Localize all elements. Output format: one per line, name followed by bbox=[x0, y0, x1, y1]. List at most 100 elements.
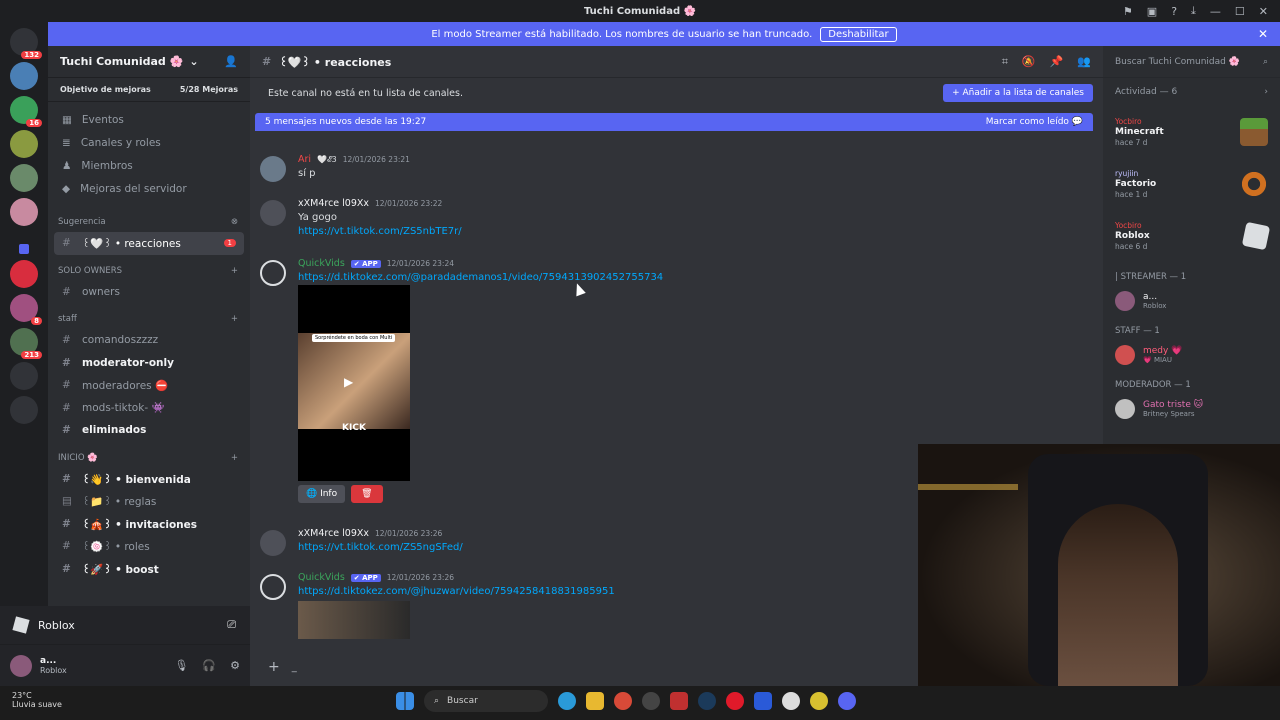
play-icon[interactable]: ▶ bbox=[344, 375, 353, 389]
folder-icon[interactable] bbox=[19, 244, 29, 254]
file-explorer-icon[interactable] bbox=[586, 692, 604, 710]
channel-invitaciones[interactable]: # ꒰🎪꒱ • invitaciones bbox=[48, 513, 250, 536]
minimize-icon[interactable]: — bbox=[1210, 5, 1221, 18]
author[interactable]: Ari bbox=[298, 154, 311, 165]
server-icon[interactable]: 213 bbox=[10, 328, 42, 359]
activity-card[interactable]: ryujiin Factorio hace 1 d bbox=[1103, 158, 1280, 210]
threads-icon[interactable]: ⌗ bbox=[1002, 55, 1008, 69]
app-icon[interactable] bbox=[642, 692, 660, 710]
author[interactable]: QuickVids bbox=[298, 258, 345, 269]
screen-share-icon[interactable]: ⎚ bbox=[227, 618, 236, 632]
server-icon[interactable] bbox=[10, 62, 38, 90]
add-server-icon[interactable] bbox=[10, 362, 38, 390]
channel-roles[interactable]: # ꒰🍥꒱ • roles bbox=[48, 535, 250, 558]
boost-progress[interactable]: Objetivo de mejoras 5/28 Mejoras bbox=[48, 78, 250, 102]
channel-reacciones[interactable]: # ꒰🤍꒱ • reacciones 1 bbox=[54, 232, 244, 255]
message-link[interactable]: https://d.tiktokez.com/@paradademanos1/v… bbox=[298, 272, 663, 283]
mute-icon[interactable]: 🔕 bbox=[1022, 55, 1036, 69]
headphones-icon[interactable]: 🎧 bbox=[202, 659, 216, 672]
activity-card[interactable]: Yocbiro Minecraft hace 7 d bbox=[1103, 106, 1280, 158]
category-solo-owners[interactable]: SOLO OWNERS + bbox=[48, 261, 250, 281]
close-window-icon[interactable]: ✕ bbox=[1259, 5, 1268, 18]
inbox-icon[interactable]: ⚑ bbox=[1123, 5, 1133, 18]
category-staff[interactable]: staff + bbox=[48, 309, 250, 329]
message-link[interactable]: https://vt.tiktok.com/ZS5ngSFed/ bbox=[298, 542, 463, 553]
author[interactable]: xXM4rce l09Xx bbox=[298, 198, 369, 209]
member-item[interactable]: medy 💗 💗 MIAU bbox=[1103, 340, 1280, 370]
windows-start-icon[interactable] bbox=[396, 692, 414, 710]
member-item[interactable]: Gato triste 🐱 Britney Spears bbox=[1103, 394, 1280, 424]
server-icon[interactable]: 16 bbox=[10, 96, 42, 127]
add-channel-icon[interactable]: + bbox=[231, 453, 238, 463]
nav-events[interactable]: ▦ Eventos bbox=[48, 108, 250, 131]
opera-icon[interactable] bbox=[726, 692, 744, 710]
add-channel-icon[interactable]: + bbox=[231, 266, 238, 276]
channel-moderator-only[interactable]: # moderator-only bbox=[48, 352, 250, 375]
weather-widget[interactable]: 23°C Lluvia suave bbox=[12, 691, 62, 709]
search-input[interactable]: Buscar Tuchi Comunidad 🌸 ⌕ bbox=[1103, 46, 1280, 78]
discover-icon[interactable] bbox=[10, 396, 38, 424]
video-embed[interactable]: Sorpréndete en boda con Multi ▶ KICK bbox=[298, 285, 410, 481]
avatar[interactable] bbox=[10, 654, 32, 677]
avatar[interactable] bbox=[260, 200, 286, 226]
video-thumbnail[interactable] bbox=[298, 601, 410, 639]
nav-members[interactable]: ♟ Miembros bbox=[48, 154, 250, 177]
channel-boost[interactable]: # ꒰🚀꒱ • boost bbox=[48, 558, 250, 581]
app-icon[interactable] bbox=[782, 692, 800, 710]
avatar[interactable] bbox=[260, 530, 286, 556]
channel-reglas[interactable]: ▤ ꒰📁꒱ • reglas bbox=[48, 490, 250, 513]
channel-bienvenida[interactable]: # ꒰👋꒱ • bienvenida bbox=[48, 468, 250, 491]
quickvids-avatar[interactable] bbox=[260, 574, 286, 600]
member-item[interactable]: a... Roblox bbox=[1103, 286, 1280, 316]
server-icon[interactable] bbox=[10, 164, 38, 192]
avatar[interactable] bbox=[260, 156, 286, 182]
app-icon[interactable] bbox=[754, 692, 772, 710]
new-messages-bar[interactable]: 5 mensajes nuevos desde las 19:27 Marcar… bbox=[255, 113, 1093, 131]
taskbar-search[interactable]: ⌕ Buscar bbox=[424, 690, 548, 712]
delete-button[interactable]: 🗑 bbox=[351, 485, 383, 503]
nav-channels[interactable]: ≣ Canales y roles bbox=[48, 131, 250, 154]
close-icon[interactable]: ✕ bbox=[1258, 27, 1268, 41]
steam-icon[interactable] bbox=[698, 692, 716, 710]
heart-server-icon[interactable] bbox=[10, 260, 38, 288]
add-to-list-button[interactable]: + Añadir a la lista de canales bbox=[943, 84, 1093, 102]
mic-icon[interactable]: 🎙 bbox=[174, 659, 188, 672]
pin-icon[interactable]: 📌 bbox=[1050, 55, 1064, 69]
server-icon[interactable]: 8 bbox=[10, 294, 42, 325]
members-list-icon[interactable]: 👥 bbox=[1077, 55, 1091, 69]
disable-streamer-button[interactable]: Deshabilitar bbox=[820, 26, 897, 42]
gear-icon[interactable]: ⚙ bbox=[230, 659, 240, 672]
author[interactable]: QuickVids bbox=[298, 572, 345, 583]
category-suggestion[interactable]: Sugerencia ⊗ bbox=[48, 212, 250, 232]
category-inicio[interactable]: INICIO 🌸 + bbox=[48, 448, 250, 468]
mark-read-button[interactable]: Marcar como leído 💬 bbox=[986, 117, 1083, 127]
message-link[interactable]: https://vt.tiktok.com/ZS5nbTE7r/ bbox=[298, 226, 462, 237]
app-icon[interactable] bbox=[810, 692, 828, 710]
channel-owners[interactable]: # owners bbox=[48, 281, 250, 304]
channel-eliminados[interactable]: # eliminados bbox=[48, 419, 250, 442]
server-icon[interactable] bbox=[10, 198, 38, 226]
close-icon[interactable]: ⊗ bbox=[231, 217, 238, 227]
info-button[interactable]: 🌐 Info bbox=[298, 485, 346, 503]
channel-mods-tiktok[interactable]: # mods-tiktok- 👾 bbox=[48, 397, 250, 420]
activity-header[interactable]: Actividad — 6 › bbox=[1103, 78, 1280, 106]
chrome-icon[interactable] bbox=[614, 692, 632, 710]
help-icon[interactable]: ? bbox=[1171, 5, 1177, 18]
add-attachment-icon[interactable]: + bbox=[268, 659, 280, 675]
activity-card[interactable]: Yocbiro Roblox hace 6 d bbox=[1103, 210, 1280, 262]
server-icon[interactable] bbox=[10, 130, 38, 158]
activity-bar[interactable]: Roblox ⎚ bbox=[0, 606, 250, 644]
nav-boosts[interactable]: ◆ Mejoras del servidor bbox=[48, 177, 250, 200]
message-input[interactable]: + _ bbox=[260, 652, 920, 682]
app-icon[interactable] bbox=[670, 692, 688, 710]
screen-icon[interactable]: ▣ bbox=[1147, 5, 1157, 18]
edge-icon[interactable] bbox=[558, 692, 576, 710]
quickvids-avatar[interactable] bbox=[260, 260, 286, 286]
guild-header[interactable]: Tuchi Comunidad 🌸 ⌄ 👤 bbox=[48, 46, 250, 78]
maximize-icon[interactable]: ☐ bbox=[1235, 5, 1245, 18]
discord-icon[interactable] bbox=[838, 692, 856, 710]
add-channel-icon[interactable]: + bbox=[231, 314, 238, 324]
download-icon[interactable]: ⤓ bbox=[1191, 4, 1196, 18]
message-link[interactable]: https://d.tiktokez.com/@jhuzwar/video/75… bbox=[298, 586, 615, 597]
channel-comandos[interactable]: # comandoszzzz bbox=[48, 329, 250, 352]
